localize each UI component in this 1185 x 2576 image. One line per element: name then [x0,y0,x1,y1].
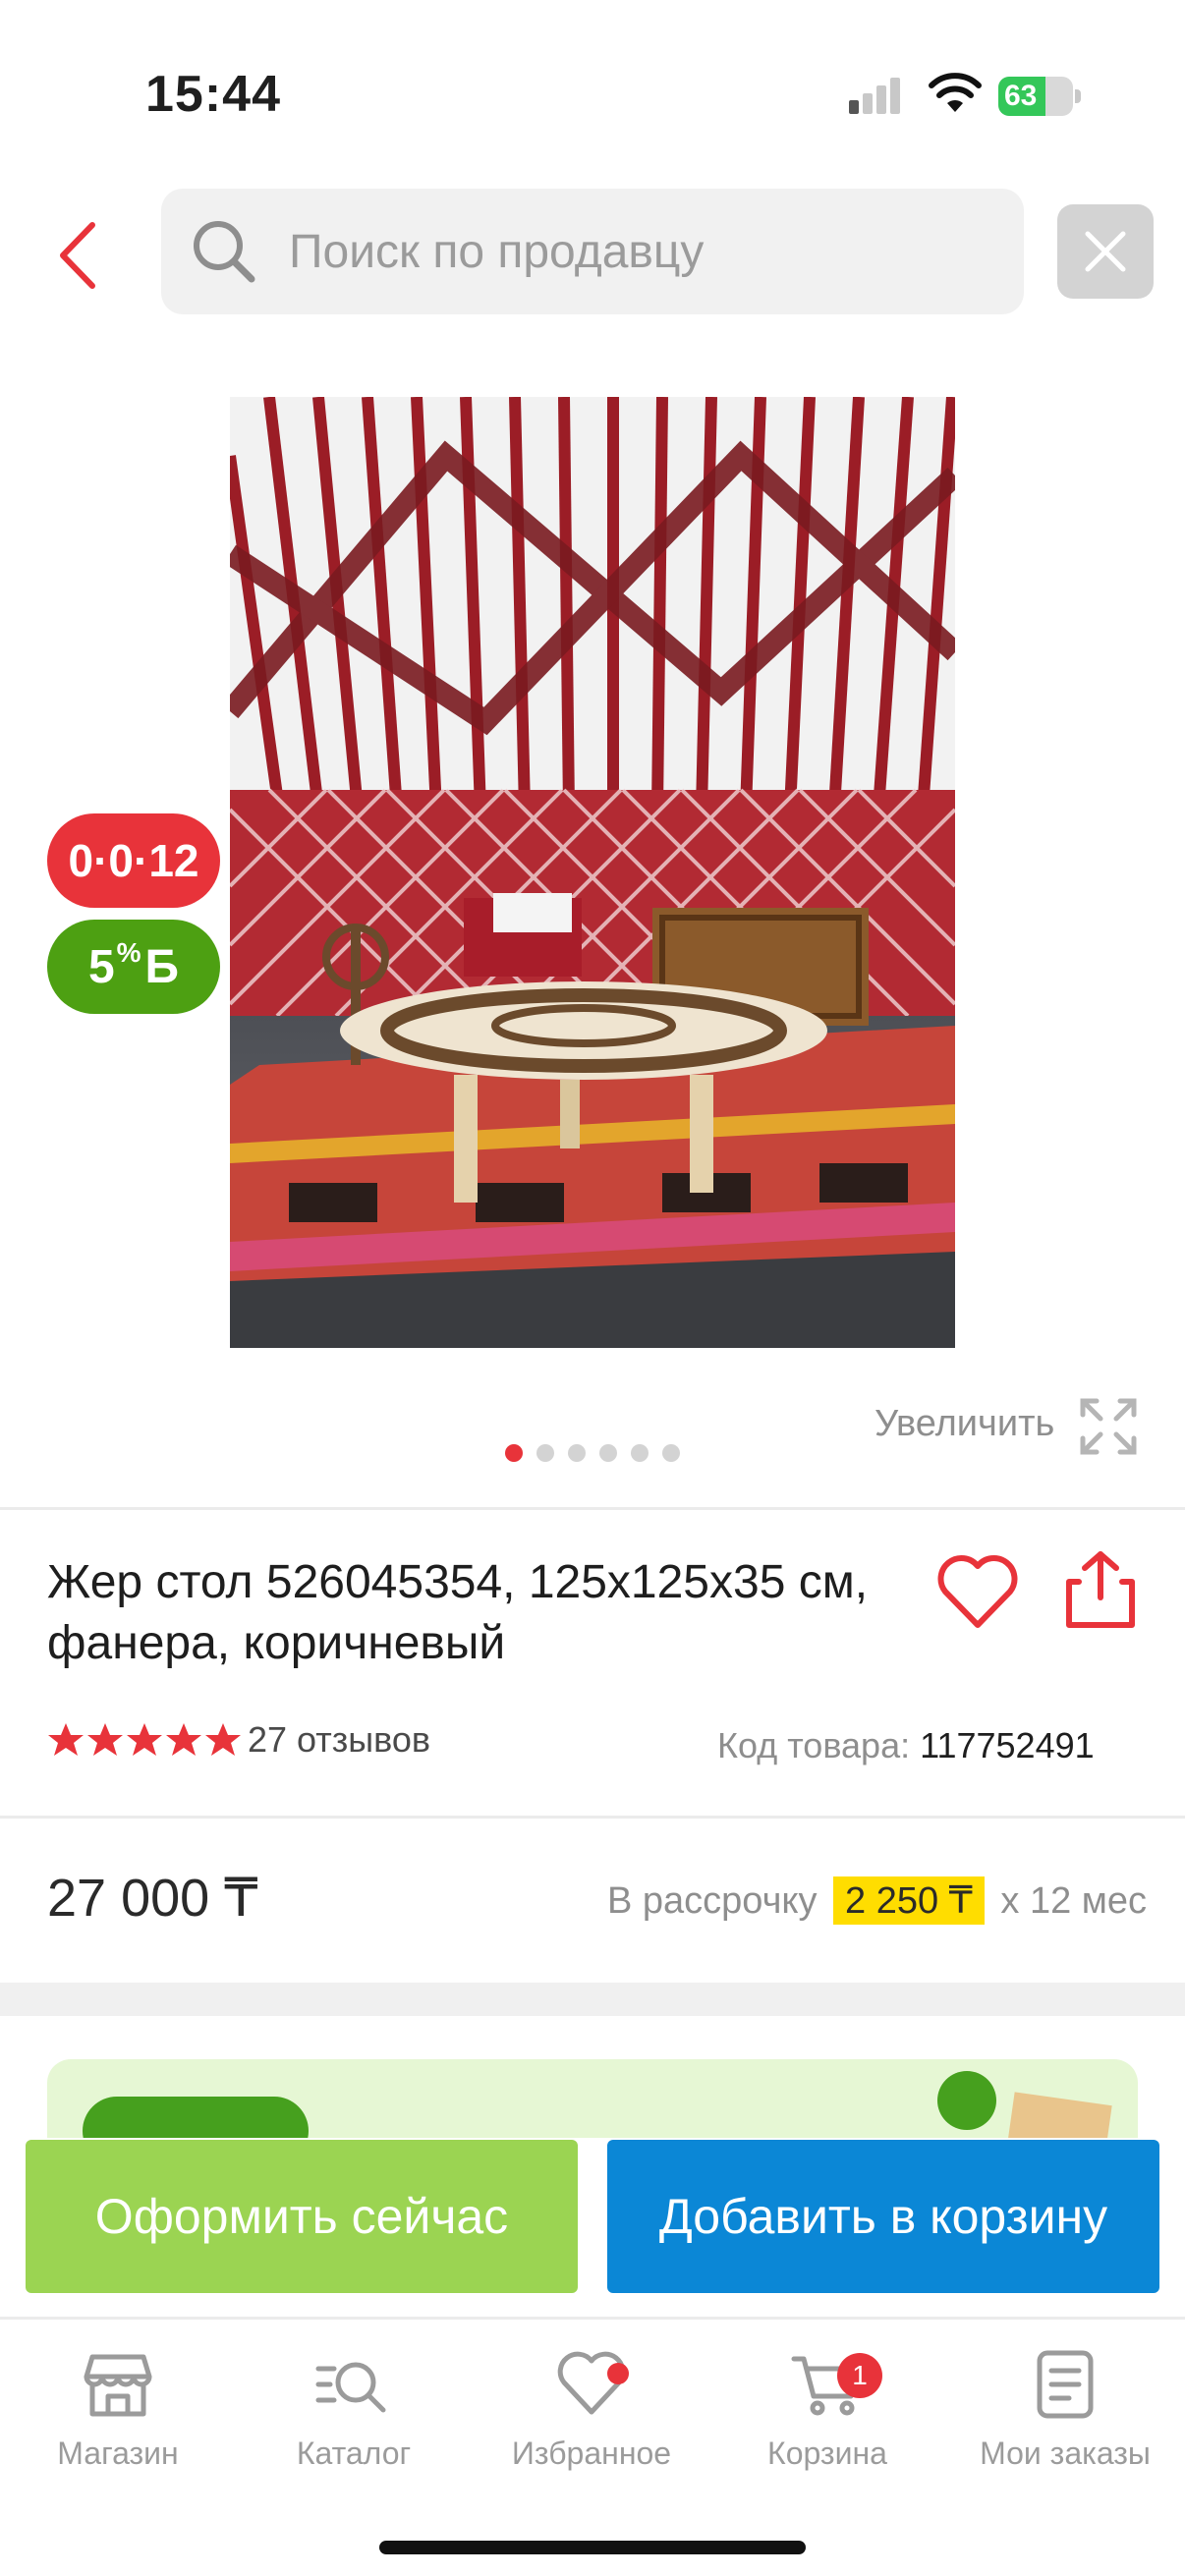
star-icon [205,1723,241,1756]
checkout-now-button[interactable]: Оформить сейчас [26,2140,578,2293]
gallery-dot[interactable] [662,1444,680,1462]
product-title: Жер стол 526045354, 125x125x35 см, фанер… [47,1556,869,1669]
divider [0,1816,1185,1819]
share-icon [1066,1551,1135,1628]
bonus-currency: Б [144,940,180,993]
zoom-label[interactable]: Увеличить [875,1403,1054,1445]
promo-coin-icon [937,2071,996,2130]
cart-count-badge: 1 [837,2353,882,2398]
search-icon [194,221,255,283]
add-to-cart-button[interactable]: Добавить в корзину [607,2140,1159,2293]
promo-card[interactable] [47,2059,1138,2138]
tab-catalog[interactable]: Каталог [236,2345,472,2472]
expand-icon[interactable] [1077,1395,1140,1458]
status-bar: 15:44 63 [0,0,1185,187]
gallery-dot[interactable] [631,1444,649,1462]
heart-icon [937,1555,1018,1628]
price: 27 000 ₸ [47,1869,258,1928]
status-time: 15:44 [145,66,281,123]
orders-icon [1037,2350,1094,2419]
cellular-signal-icon [849,78,900,114]
tab-cart-label: Корзина [767,2436,887,2471]
back-button[interactable] [55,216,114,295]
gallery-dot[interactable] [536,1444,554,1462]
star-icon [127,1723,162,1756]
gallery-dots [505,1444,680,1462]
favorite-button[interactable] [933,1552,1022,1631]
tab-orders-label: Мои заказы [980,2436,1151,2471]
favorites-indicator-dot [607,2363,629,2384]
tab-catalog-label: Каталог [296,2436,412,2471]
promo-decoration [1006,2092,1112,2138]
installment-amount: 2 250 ₸ [833,1876,985,1925]
installment-suffix: x 12 мес [1000,1880,1148,1922]
tab-shop[interactable]: Магазин [0,2345,236,2472]
product-code-label: Код товара: [717,1725,911,1765]
tab-cart[interactable]: 1 Корзина [709,2345,945,2472]
tab-favorites-label: Избранное [511,2436,672,2471]
battery-indicator: 63 [998,77,1081,116]
tab-favorites[interactable]: Избранное [474,2345,709,2472]
tab-orders[interactable]: Мои заказы [947,2345,1183,2472]
installment-badge: 0·0·12 [47,813,220,908]
shop-icon [84,2354,152,2417]
wifi-icon [929,73,982,112]
search-input[interactable] [289,212,977,291]
gallery-dot[interactable] [505,1444,523,1462]
catalog-icon [315,2362,386,2413]
star-icon [166,1723,201,1756]
product-code-value: 117752491 [920,1725,1095,1765]
home-indicator [379,2541,806,2554]
share-button[interactable] [1061,1548,1140,1631]
product-image[interactable] [230,397,955,1348]
search-box[interactable] [161,189,1024,314]
section-separator [0,1983,1185,2016]
tab-bar: Магазин Каталог Избранное 1 Корзина Мои … [0,2317,1185,2576]
divider [0,1507,1185,1510]
chevron-left-icon [60,222,95,289]
reviews-link[interactable]: 27 отзывов [248,1719,430,1761]
bonus-badge: 5% Б [47,920,220,1014]
gallery-dot[interactable] [599,1444,617,1462]
close-icon [1085,231,1126,272]
bonus-value: 5 [87,940,115,993]
tab-shop-label: Магазин [57,2436,179,2471]
heart-icon [557,2351,626,2415]
promo-pill [83,2097,309,2138]
close-button[interactable] [1057,204,1154,299]
star-icon [87,1723,123,1756]
gallery-dot[interactable] [568,1444,586,1462]
bonus-percent: % [116,937,141,968]
product-code: Код товара: 117752491 [717,1725,1095,1766]
rating-stars [47,1721,242,1759]
installment-prefix: В рассрочку [607,1880,818,1922]
star-icon [48,1723,84,1756]
battery-percent: 63 [1004,80,1038,112]
installment-info[interactable]: В рассрочку 2 250 ₸ x 12 мес [607,1876,1147,1925]
